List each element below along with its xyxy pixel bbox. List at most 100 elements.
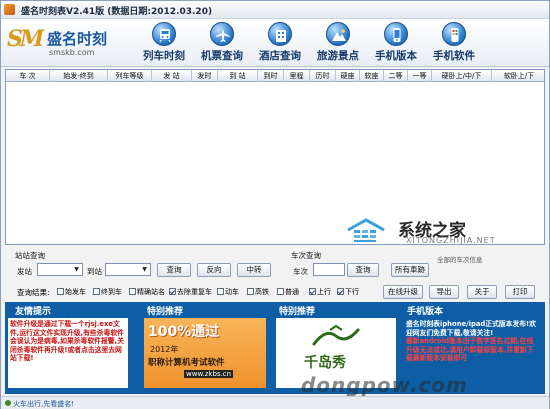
mobile-app-icon: [442, 22, 466, 46]
recommend-panel-1: 特别推荐 100%通过 2012年 职称计算机考试软件 www.zkbs.cn: [141, 302, 271, 394]
grid-header: 车 次 始发-终到 列车等级 发 站 发时 到 站 到时 里程 历时 硬座 软座…: [6, 70, 544, 82]
station-query-button[interactable]: 查询: [157, 263, 191, 277]
column-header[interactable]: 历时: [310, 70, 336, 82]
house-logo-icon: [347, 218, 385, 242]
mobile-version-title: 手机版本: [407, 307, 444, 317]
column-header[interactable]: 列车等级: [108, 70, 152, 82]
site-watermark: dongpow.com: [301, 373, 468, 397]
transfer-button[interactable]: 中转: [237, 263, 271, 277]
filter-down-checkbox[interactable]: 下行: [337, 287, 359, 297]
nav-mobile-software[interactable]: 手机软件: [419, 21, 489, 65]
checkbox-label: 精确站名: [137, 288, 165, 296]
hotel-icon: [268, 22, 292, 46]
filter-highspeed-checkbox[interactable]: 高铁: [247, 287, 269, 297]
logo-name: 盛名时刻: [47, 30, 108, 48]
mobile-notice-2: 最新android版本由于数字签名过期,在线升级无法成功,请用户卸载原版本,并重…: [406, 337, 534, 362]
checkbox-box: [277, 288, 284, 295]
ad-brand-name: 千岛秀: [304, 355, 346, 371]
from-station-label: 发站: [17, 267, 32, 276]
exam-software-ad[interactable]: 100%通过 2012年 职称计算机考试软件 www.zkbs.cn: [144, 318, 266, 388]
timetable-grid[interactable]: 车 次 始发-终到 列车等级 发 站 发时 到 站 到时 里程 历时 硬座 软座…: [5, 69, 545, 245]
column-header[interactable]: 一等: [408, 70, 432, 82]
train-query-button[interactable]: 查询: [347, 263, 379, 277]
filter-origin-checkbox[interactable]: 始发车: [57, 287, 86, 297]
filter-terminal-checkbox[interactable]: 终到车: [93, 287, 122, 297]
checkbox-label: 下行: [345, 288, 359, 296]
checkbox-label: 普通: [285, 288, 299, 296]
checkbox-label: 始发车: [65, 288, 86, 296]
title-bar: 盛名时刻表V2.41版 (数据日期:2012.03.20): [1, 1, 549, 19]
column-header[interactable]: 硬卧上/中/下: [432, 70, 492, 82]
checkbox-box: [93, 288, 100, 295]
export-button[interactable]: 导出: [429, 285, 459, 299]
checkbox-box: [129, 288, 136, 295]
column-header[interactable]: 到 站: [218, 70, 258, 82]
chevron-down-icon: ▼: [142, 266, 147, 273]
column-header[interactable]: 始发-终到: [50, 70, 108, 82]
window-title: 盛名时刻表V2.41版 (数据日期:2012.03.20): [21, 7, 213, 17]
calligraphy-art-icon: [312, 324, 360, 346]
friendly-tip-panel: 友情提示 软件升级是通过下载一个rjsj.exe文件,运行这文件实现升级,有些杀…: [5, 302, 135, 394]
to-station-label: 到站: [87, 267, 102, 276]
column-header[interactable]: 二等: [384, 70, 408, 82]
checkbox-label: 高铁: [255, 288, 269, 296]
phone-icon: [384, 22, 408, 46]
online-upgrade-button[interactable]: 在线升级: [383, 285, 423, 299]
all-trains-button[interactable]: 所有車跡: [391, 263, 429, 277]
reverse-button[interactable]: 反向: [197, 263, 231, 277]
recommend-title: 特别推荐: [279, 307, 316, 317]
result-filter-row: 查询结果: 始发车 终到车 精确站名 去除重复车 动车 高铁 普通 上行 下行 …: [5, 284, 545, 300]
checkbox-box: [217, 288, 224, 295]
print-button[interactable]: 打印: [505, 285, 535, 299]
header-toolbar: SM 盛名时刻 smskb.com 列车时刻 机票查询 酒店查询 旅游景点 手机…: [1, 19, 549, 67]
ad-url: www.zkbs.cn: [184, 370, 234, 378]
logo-url: smskb.com: [49, 48, 95, 57]
status-text: 火车出行,先看盛名!: [13, 400, 75, 408]
checkbox-box: [57, 288, 64, 295]
filter-exact-name-checkbox[interactable]: 精确站名: [129, 287, 165, 297]
about-button[interactable]: 关于: [467, 285, 497, 299]
column-header[interactable]: 车 次: [6, 70, 50, 82]
filter-up-checkbox[interactable]: 上行: [309, 287, 331, 297]
train-icon: [152, 22, 176, 46]
nav-label: 手机软件: [433, 50, 475, 62]
train-number-input[interactable]: [313, 263, 345, 276]
friendly-tip-title: 友情提示: [15, 307, 52, 317]
airplane-icon: [210, 22, 234, 46]
column-header[interactable]: 到时: [258, 70, 284, 82]
column-header[interactable]: 硬座: [336, 70, 360, 82]
checkbox-label: 去除重复车: [177, 288, 212, 296]
watermark-subtext: XITONGZHIJIA.NET: [406, 236, 496, 245]
checkbox-box: [169, 288, 176, 295]
column-header[interactable]: 软座: [360, 70, 384, 82]
mobile-notice-1: 盛名时刻表iphone/ipad正式版本发布!欢迎网友们免费下载,敬请关注!: [406, 320, 536, 337]
from-station-select[interactable]: ▼: [37, 263, 83, 276]
column-header[interactable]: 软卧上/下: [492, 70, 544, 82]
column-header[interactable]: 发时: [192, 70, 218, 82]
ad-headline: 100%通过: [148, 324, 220, 340]
train-query-panel: 车次查询 车次 查询 所有車跡 全部的车次信息: [285, 249, 543, 279]
logo-mark: SM: [7, 26, 44, 52]
recommend-title: 特别推荐: [147, 307, 184, 317]
panel-title: 车次查询: [291, 251, 321, 260]
filter-emu-checkbox[interactable]: 动车: [217, 287, 239, 297]
chevron-down-icon: ▼: [74, 266, 79, 273]
column-header[interactable]: 发 站: [152, 70, 192, 82]
train-number-label: 车次: [293, 267, 308, 276]
watermark: 系统之家 XITONGZHIJIA.NET: [346, 218, 526, 245]
column-header[interactable]: 里程: [284, 70, 310, 82]
checkbox-box: [337, 288, 344, 295]
friendly-tip-text[interactable]: 软件升级是通过下载一个rjsj.exe文件,运行这文件实现升级,有些杀毒软件会误…: [8, 318, 128, 388]
status-icon: [5, 400, 11, 406]
app-window: 盛名时刻表V2.41版 (数据日期:2012.03.20) SM 盛名时刻 sm…: [0, 0, 550, 409]
panel-title: 站站查询: [15, 251, 45, 260]
filter-label: 查询结果:: [17, 288, 50, 297]
filter-dedupe-checkbox[interactable]: 去除重复车: [169, 287, 212, 297]
to-station-select[interactable]: ▼: [105, 263, 151, 276]
checkbox-label: 终到车: [101, 288, 122, 296]
station-query-panel: 站站查询 发站 ▼ 到站 ▼ 查询 反向 中转: [5, 249, 281, 279]
filter-normal-checkbox[interactable]: 普通: [277, 287, 299, 297]
status-bar: 火车出行,先看盛名!: [1, 396, 549, 409]
checkbox-label: 上行: [317, 288, 331, 296]
checkbox-label: 动车: [225, 288, 239, 296]
